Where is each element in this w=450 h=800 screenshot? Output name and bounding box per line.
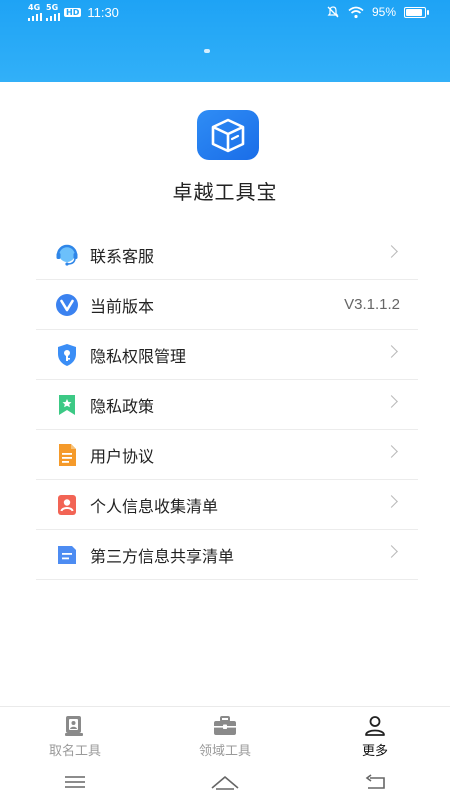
menu-item-contact-service[interactable]: 联系客服 [36, 230, 418, 280]
signal-5g: 5G [46, 4, 60, 21]
app-logo [197, 110, 259, 160]
system-navigation-bar [0, 764, 450, 800]
status-left: 4G 5G HD 11:30 [28, 4, 119, 21]
chevron-right-icon [385, 345, 398, 358]
menu-item-third-party-share-list[interactable]: 第三方信息共享清单 [36, 530, 418, 580]
version-icon [54, 292, 80, 318]
nav-home-button[interactable] [195, 767, 255, 797]
privacy-shield-icon [54, 342, 80, 368]
naming-tool-icon [62, 715, 88, 737]
signal-bars-icon [46, 13, 60, 21]
agreement-doc-icon [54, 442, 80, 468]
hd-badge: HD [64, 8, 82, 17]
menu-item-privacy-permissions[interactable]: 隐私权限管理 [36, 330, 418, 380]
nav-back-button[interactable] [345, 767, 405, 797]
chevron-right-icon [385, 495, 398, 508]
toolbox-icon [212, 715, 238, 737]
status-right: 95% [326, 5, 429, 19]
menu-label: 个人信息收集清单 [90, 496, 219, 516]
top-header: 4G 5G HD 11:30 95% [0, 0, 450, 82]
battery-percent: 95% [371, 5, 396, 19]
menu-item-user-agreement[interactable]: 用户协议 [36, 430, 418, 480]
menu-item-personal-info-list[interactable]: 个人信息收集清单 [36, 480, 418, 530]
battery-icon [404, 6, 429, 18]
tab-label: 领域工具 [198, 744, 251, 759]
menu-label: 用户协议 [90, 446, 155, 466]
battery-fill [406, 8, 423, 16]
app-name: 卓越工具宝 [172, 180, 278, 204]
box-icon [211, 118, 245, 153]
menu-lines-icon [65, 776, 85, 788]
menu-label: 联系客服 [90, 246, 155, 266]
chevron-right-icon [385, 545, 398, 558]
signal-4g: 4G [28, 4, 42, 21]
status-bar: 4G 5G HD 11:30 95% [0, 0, 450, 28]
tab-label: 取名工具 [48, 744, 101, 759]
chevron-right-icon [385, 245, 398, 258]
tab-naming-tools[interactable]: 取名工具 [0, 707, 150, 764]
menu-label: 第三方信息共享清单 [90, 546, 235, 566]
settings-menu: 联系客服 当前版本 V3.1.1.2 隐私权限管理 隐私政策 用户协议 个人信息… [36, 230, 418, 580]
menu-item-current-version[interactable]: 当前版本 V3.1.1.2 [36, 280, 418, 330]
back-icon [365, 774, 385, 789]
chevron-right-icon [385, 445, 398, 458]
status-time: 11:30 [87, 5, 119, 20]
signal-5g-label: 5G [46, 3, 59, 12]
tab-domain-tools[interactable]: 领域工具 [150, 707, 300, 764]
menu-item-privacy-policy[interactable]: 隐私政策 [36, 380, 418, 430]
version-value: V3.1.1.2 [344, 296, 400, 313]
signal-4g-label: 4G [28, 3, 41, 12]
signal-bars-icon [28, 13, 42, 21]
chevron-right-icon [385, 395, 398, 408]
personal-info-icon [54, 492, 80, 518]
mute-icon [327, 6, 339, 18]
person-icon [362, 715, 388, 737]
tab-more[interactable]: 更多 [300, 707, 450, 764]
home-icon [211, 776, 239, 790]
menu-label: 当前版本 [90, 296, 155, 316]
policy-bookmark-icon [54, 392, 80, 418]
customer-service-icon [54, 242, 80, 268]
bottom-tab-bar: 取名工具 领域工具 更多 [0, 706, 450, 764]
nav-menu-button[interactable] [45, 767, 105, 797]
wifi-icon [348, 6, 364, 18]
header-decoration [204, 49, 210, 53]
tab-label: 更多 [361, 744, 388, 759]
menu-label: 隐私权限管理 [90, 346, 187, 366]
menu-label: 隐私政策 [90, 396, 155, 416]
share-list-icon [54, 542, 80, 568]
